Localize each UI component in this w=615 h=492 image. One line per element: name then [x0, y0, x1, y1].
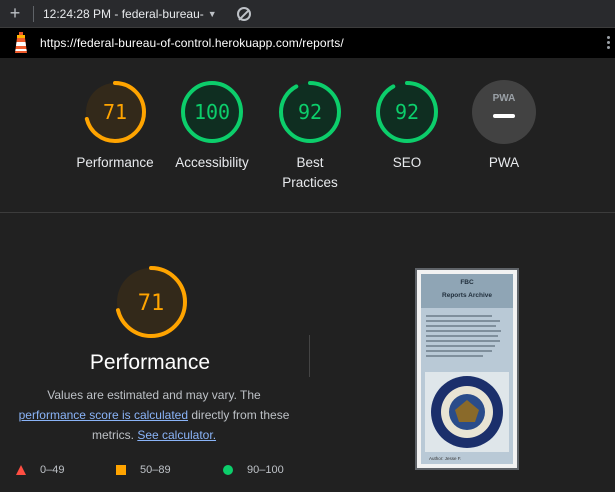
- gauge-performance-score: 71: [103, 100, 127, 124]
- legend-pass-range: 90–100: [247, 464, 284, 476]
- gauge-best-practices[interactable]: 92 Best Practices: [262, 79, 358, 193]
- chevron-down-icon: ▼: [207, 8, 217, 19]
- more-menu-icon[interactable]: [607, 36, 610, 51]
- gauge-performance[interactable]: 71 Performance: [67, 79, 163, 173]
- see-calculator-link[interactable]: See calculator.: [137, 428, 216, 442]
- lighthouse-logo-icon: [15, 32, 27, 53]
- screenshot-footer: Author: Jesse F.: [429, 456, 462, 461]
- report-url-link[interactable]: https://federal-bureau-of-control.heroku…: [40, 36, 344, 50]
- vertical-divider: [309, 335, 310, 377]
- legend-pass: 90–100: [223, 464, 284, 476]
- gauge-pwa[interactable]: PWA PWA: [456, 79, 552, 173]
- new-report-button[interactable]: +: [6, 0, 24, 27]
- report-session-label: 12:24:28 PM - federal-bureau-: [43, 6, 204, 21]
- gauge-performance-label: Performance: [76, 155, 154, 170]
- pwa-badge-text: PWA: [493, 93, 516, 104]
- performance-detail-gauge: 71: [114, 265, 188, 339]
- gauge-accessibility-ring: 100: [181, 81, 243, 143]
- performance-title: Performance: [89, 351, 211, 374]
- clear-block-icon[interactable]: [236, 6, 251, 21]
- report-url-bar: https://federal-bureau-of-control.heroku…: [0, 28, 615, 58]
- performance-score-link[interactable]: performance score is calculated: [19, 408, 188, 422]
- gauge-accessibility-label: Accessibility: [175, 155, 249, 170]
- gauge-pwa-label: PWA: [488, 155, 520, 170]
- gauge-best-practices-ring: 92: [279, 81, 341, 143]
- gauge-seo-label: SEO: [392, 155, 422, 170]
- pwa-badge-icon: PWA: [472, 80, 536, 144]
- performance-desc-text: Values are estimated and may vary. The: [47, 388, 261, 402]
- federal-bureau-seal-icon: [431, 376, 503, 448]
- gauge-performance-ring: 71: [84, 81, 146, 143]
- gauge-best-practices-label: Best Practices: [282, 155, 338, 190]
- legend-fail-range: 0–49: [40, 464, 65, 476]
- legend-fail-triangle-icon: [16, 465, 26, 475]
- screenshot-text-lines: [421, 308, 513, 364]
- gauge-seo-score: 92: [395, 100, 419, 124]
- toolbar-separator: [33, 5, 34, 22]
- screenshot-heading: Reports Archive: [442, 292, 492, 299]
- legend-average-range: 50–89: [140, 464, 171, 476]
- gauge-seo[interactable]: 92 SEO: [359, 79, 455, 173]
- report-session-dropdown[interactable]: 12:24:28 PM - federal-bureau- ▼: [43, 7, 217, 21]
- gauge-accessibility[interactable]: 100 Accessibility: [164, 79, 260, 173]
- gauge-seo-ring: 92: [376, 81, 438, 143]
- screenshot-brand: FBC: [460, 279, 474, 286]
- legend-fail: 0–49: [16, 464, 64, 476]
- performance-detail-ring: 71: [115, 266, 187, 338]
- gauge-best-practices-score: 92: [298, 100, 322, 124]
- legend-pass-circle-icon: [223, 465, 233, 475]
- gauge-accessibility-score: 100: [194, 100, 230, 124]
- legend-average: 50–89: [116, 464, 171, 476]
- devtools-toolbar: + 12:24:28 PM - federal-bureau- ▼: [0, 0, 615, 28]
- performance-description: Values are estimated and may vary. The p…: [8, 385, 300, 445]
- section-divider: [0, 212, 615, 213]
- final-screenshot-thumbnail[interactable]: FBC Reports Archive Author: Jesse F.: [415, 268, 519, 470]
- screenshot-seal-image: [425, 372, 509, 452]
- legend-average-square-icon: [116, 465, 126, 475]
- performance-detail-score: 71: [138, 291, 165, 316]
